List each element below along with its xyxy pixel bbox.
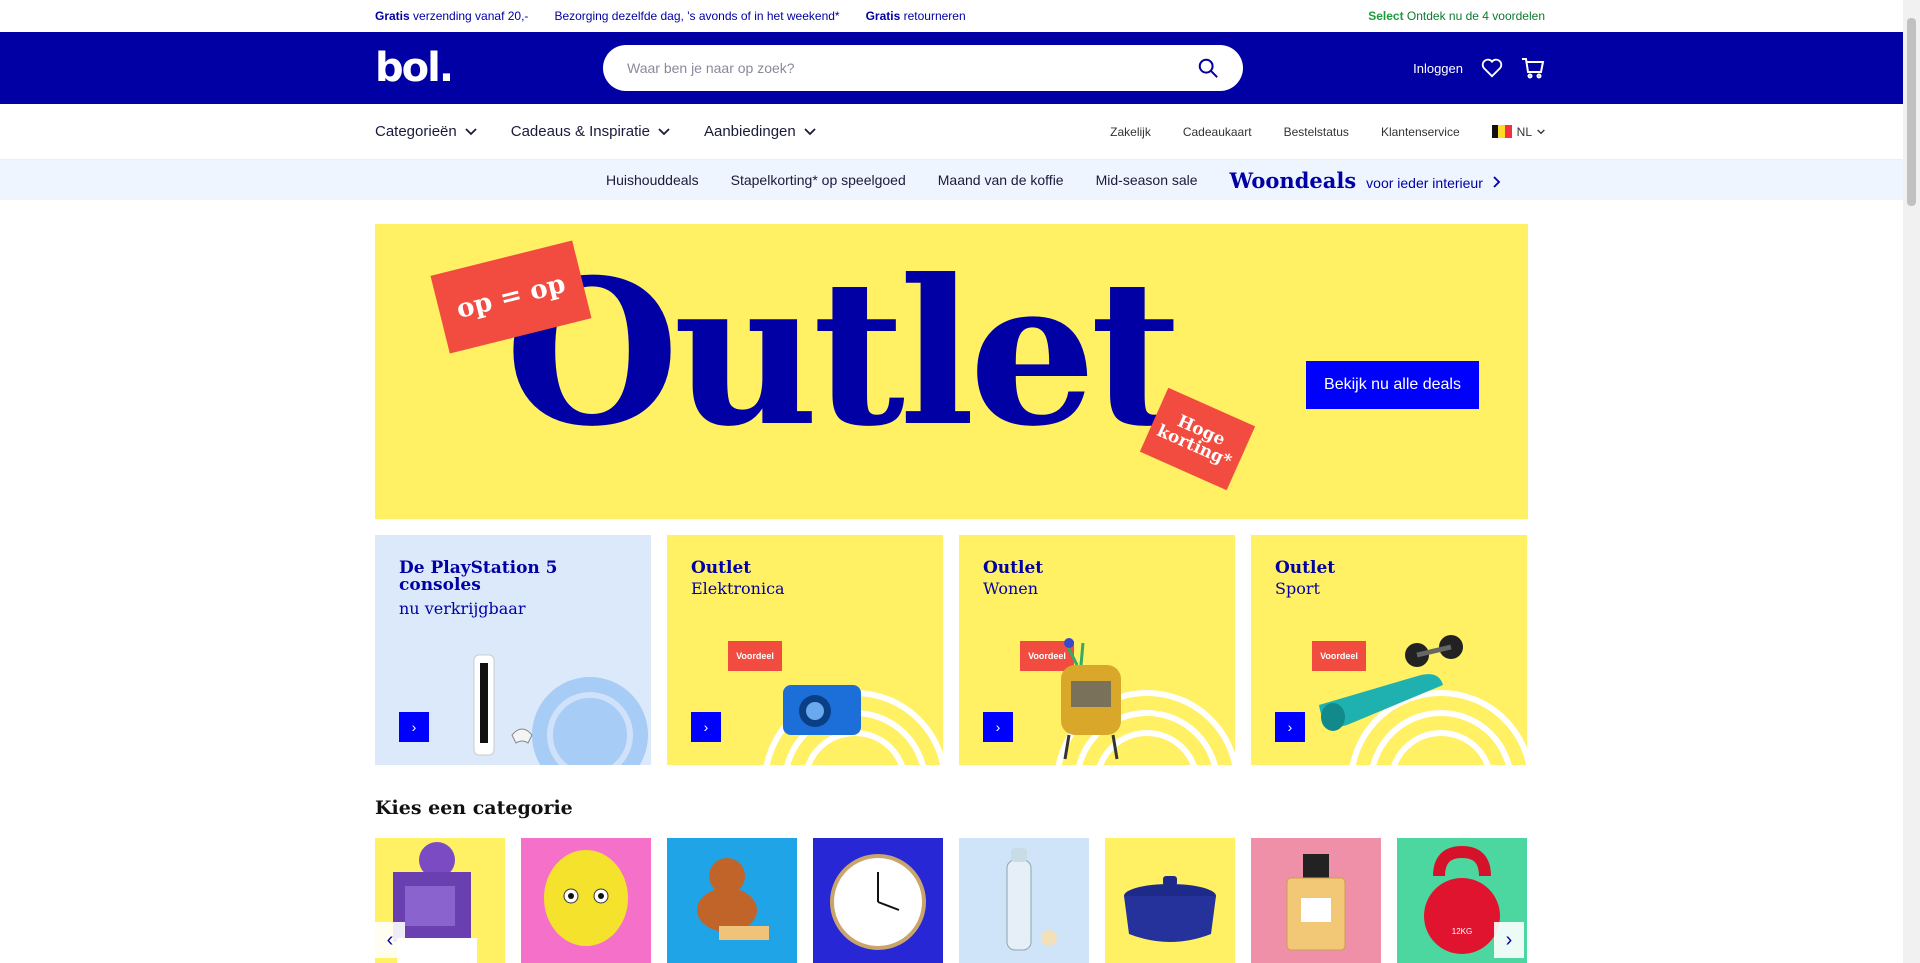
category-baby-care[interactable]: [959, 838, 1089, 963]
promo-strip: Huishouddeals Stapelkorting* op speelgoe…: [0, 160, 1920, 200]
card-arrow-button[interactable]: ›: [399, 712, 429, 742]
cooking-pot-image: [1124, 876, 1216, 942]
hero-title: Outlet: [505, 236, 1183, 471]
language-selector[interactable]: NL: [1491, 125, 1545, 139]
category-home[interactable]: [813, 838, 943, 963]
card-subtitle: Elektronica: [691, 579, 785, 598]
nav-gifts[interactable]: Cadeaus & Inspiratie: [511, 123, 670, 140]
nav-order-status[interactable]: Bestelstatus: [1284, 125, 1349, 139]
clock-image: [830, 854, 926, 950]
nav-offers[interactable]: Aanbiedingen: [704, 123, 816, 140]
card-arrow-button[interactable]: ›: [691, 712, 721, 742]
select-promo-link[interactable]: Select Ontdek nu de 4 voordelen: [1368, 9, 1545, 23]
categories-heading: Kies een categorie: [375, 797, 573, 819]
card-subtitle: nu verkrijgbaar: [399, 599, 526, 618]
card-playstation[interactable]: De PlayStation 5 consoles nu verkrijgbaa…: [375, 535, 651, 765]
nav-customer-service[interactable]: Klantenservice: [1381, 125, 1460, 139]
category-toys[interactable]: [521, 838, 651, 963]
view-all-deals-button[interactable]: Bekijk nu alle deals: [1306, 361, 1479, 409]
carousel-prev-button[interactable]: ‹: [375, 922, 405, 958]
category-carousel: 12KG: [375, 838, 1527, 963]
svg-text:12KG: 12KG: [1452, 927, 1472, 936]
camera-image: [763, 685, 943, 765]
search-bar: [603, 45, 1243, 91]
chevron-down-icon: [465, 127, 477, 135]
card-outlet-sport[interactable]: Outlet Sport Voordeel ›: [1251, 535, 1527, 765]
usp-free-returns[interactable]: Gratis retourneren: [866, 9, 966, 23]
baby-bottle-image: [1006, 848, 1057, 951]
belgium-flag-icon: [1491, 125, 1512, 138]
card-arrow-button[interactable]: ›: [1275, 712, 1305, 742]
promo-link-toys[interactable]: Stapelkorting* op speelgoed: [731, 172, 906, 188]
heart-icon[interactable]: [1481, 58, 1503, 78]
usp-free-shipping[interactable]: Gratis verzending vanaf 20,-: [375, 9, 528, 23]
page: Gratis verzending vanaf 20,- Bezorging d…: [0, 0, 1920, 963]
card-outlet-living[interactable]: Outlet Wonen Voordeel ›: [959, 535, 1235, 765]
nav-business[interactable]: Zakelijk: [1110, 125, 1151, 139]
promo-woondeals[interactable]: Woondeals voor ieder interieur: [1230, 168, 1501, 193]
chevron-down-icon: [804, 127, 816, 135]
carousel-next-button[interactable]: ›: [1494, 922, 1524, 958]
page-scrollbar[interactable]: [1903, 0, 1920, 963]
chair-image: [1055, 638, 1235, 765]
card-outlet-electronics[interactable]: Outlet Elektronica Voordeel ›: [667, 535, 943, 765]
outlet-hero-banner[interactable]: Outlet op = op Hoge korting* Bekijk nu al…: [375, 224, 1528, 519]
search-icon[interactable]: [1197, 57, 1219, 79]
usp-delivery[interactable]: Bezorging dezelfde dag, 's avonds of in …: [554, 9, 839, 23]
category-kitchen[interactable]: [1105, 838, 1235, 963]
chevron-down-icon: [658, 127, 670, 135]
chevron-down-icon: [1537, 129, 1545, 134]
promo-link-household[interactable]: Huishouddeals: [606, 172, 699, 188]
card-title: Outlet: [983, 558, 1044, 578]
card-subtitle: Sport: [1275, 579, 1320, 598]
perfume-image: [1286, 854, 1346, 951]
category-beauty[interactable]: [1251, 838, 1381, 963]
login-link[interactable]: Inloggen: [1413, 61, 1463, 76]
card-title: Outlet: [691, 558, 752, 578]
category-baby[interactable]: [667, 838, 797, 963]
promo-link-coffee[interactable]: Maand van de koffie: [938, 172, 1064, 188]
usp-bar: Gratis verzending vanaf 20,- Bezorging d…: [0, 0, 1920, 32]
card-title: Outlet: [1275, 558, 1336, 578]
nav-giftcard[interactable]: Cadeaukaart: [1183, 125, 1252, 139]
search-input[interactable]: [627, 60, 1197, 76]
playstation-image: [473, 654, 648, 765]
promo-link-sale[interactable]: Mid-season sale: [1096, 172, 1198, 188]
nav-categories[interactable]: Categorieën: [375, 123, 477, 140]
header: bol. Inloggen: [0, 32, 1920, 104]
cart-icon[interactable]: [1521, 57, 1545, 79]
bol-logo[interactable]: bol.: [375, 45, 603, 91]
scrollbar-thumb[interactable]: [1907, 18, 1916, 206]
yoga-mat-image: [1319, 635, 1527, 765]
socket-toy-image: [544, 850, 628, 946]
monkey-toy-image: [697, 858, 769, 940]
promo-cards: De PlayStation 5 consoles nu verkrijgbaa…: [375, 535, 1527, 765]
card-subtitle: Wonen: [983, 579, 1039, 598]
voordeel-badge: Voordeel: [728, 641, 782, 671]
chevron-right-icon: [1493, 175, 1501, 188]
main-nav: Categorieën Cadeaus & Inspiratie Aanbied…: [0, 104, 1920, 160]
card-title: De PlayStation 5 consoles: [399, 558, 558, 595]
card-arrow-button[interactable]: ›: [983, 712, 1013, 742]
